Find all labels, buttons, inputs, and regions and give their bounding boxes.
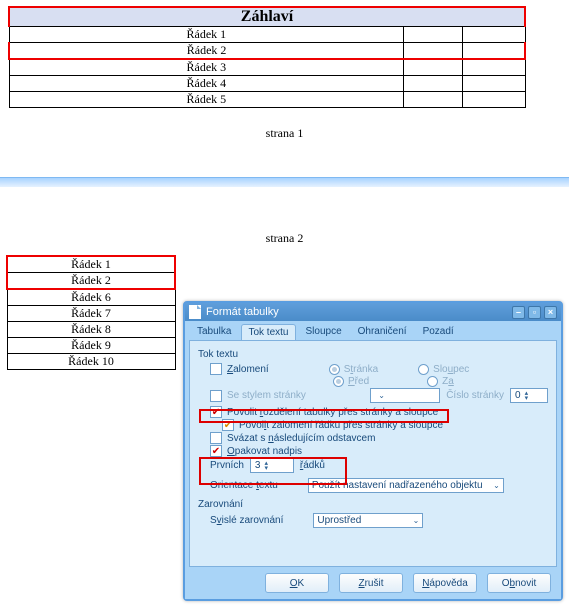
help-button[interactable]: Nápověda bbox=[413, 573, 477, 593]
table-cell: Řádek 7 bbox=[7, 306, 175, 322]
section-flow-label: Tok textu bbox=[198, 349, 548, 360]
minimize-icon[interactable]: – bbox=[512, 306, 525, 319]
repeat-heading-label: Opakovat nadpis bbox=[227, 446, 302, 457]
document-table-page1: Záhlaví Řádek 1 Řádek 2 Řádek 3 Řádek 4 … bbox=[8, 6, 526, 108]
table-cell: Řádek 2 bbox=[9, 43, 404, 60]
table-format-dialog: Formát tabulky – ▫ × Tabulka Tok textu S… bbox=[183, 301, 563, 601]
table-header: Záhlaví bbox=[9, 7, 525, 27]
table-cell: Řádek 1 bbox=[9, 27, 404, 43]
ok-button[interactable]: OK bbox=[265, 573, 329, 593]
dialog-titlebar[interactable]: Formát tabulky – ▫ × bbox=[185, 303, 561, 321]
dialog-title: Formát tabulky bbox=[206, 306, 509, 318]
table-cell: Řádek 6 bbox=[7, 289, 175, 306]
maximize-icon[interactable]: ▫ bbox=[528, 306, 541, 319]
keep-with-next-checkbox[interactable] bbox=[210, 432, 222, 444]
tab-pozadi[interactable]: Pozadí bbox=[417, 324, 460, 340]
break-checkbox[interactable] bbox=[210, 363, 222, 375]
dialog-button-bar: OK Zrušit Nápověda Obnovit bbox=[185, 567, 561, 599]
section-align-label: Zarovnání bbox=[198, 499, 548, 510]
valign-label: Svislé zarovnání bbox=[210, 515, 283, 526]
tab-ohraniceni[interactable]: Ohraničení bbox=[352, 324, 413, 340]
with-style-label: Se stylem stránky bbox=[227, 390, 306, 401]
table-cell: Řádek 4 bbox=[9, 76, 404, 92]
repeat-first-label: Prvních bbox=[210, 460, 244, 471]
page-number-spinner[interactable]: 0▴▾ bbox=[510, 388, 548, 403]
radio-before[interactable] bbox=[333, 376, 344, 387]
valign-combo[interactable]: Uprostřed⌄ bbox=[313, 513, 423, 528]
radio-before-label: Před bbox=[348, 376, 369, 387]
table-cell: Řádek 3 bbox=[9, 59, 404, 76]
keep-with-next-label: Svázat s následujícím odstavcem bbox=[227, 433, 375, 444]
tab-tok-textu[interactable]: Tok textu bbox=[241, 324, 295, 340]
repeat-rows-label: řádků bbox=[300, 460, 325, 471]
radio-page-label: Stránka bbox=[344, 364, 378, 375]
split-table-label: Povolit rozdělení tabulky přes stránky a… bbox=[227, 407, 438, 418]
radio-column[interactable] bbox=[418, 364, 429, 375]
table-cell: Řádek 9 bbox=[7, 338, 175, 354]
tab-sloupce[interactable]: Sloupce bbox=[300, 324, 348, 340]
orientation-combo[interactable]: Použít nastavení nadřazeného objektu⌄ bbox=[308, 478, 504, 493]
orientation-label: Orientace textu bbox=[210, 480, 278, 491]
close-icon[interactable]: × bbox=[544, 306, 557, 319]
table-cell: Řádek 2 bbox=[7, 273, 175, 290]
repeat-rows-spinner[interactable]: 3▴▾ bbox=[250, 458, 294, 473]
page-number-1: strana 1 bbox=[0, 126, 569, 141]
repeat-heading-checkbox[interactable]: ✔ bbox=[210, 445, 222, 457]
table-cell: Řádek 1 bbox=[7, 256, 175, 273]
split-row-label: Povolit zalomení řádku přes stránky a sl… bbox=[239, 420, 443, 431]
dialog-body: Tok textu Zalomení Stránka Sloupec Před … bbox=[189, 340, 557, 567]
split-row-checkbox[interactable]: ✔ bbox=[222, 419, 234, 431]
radio-after-label: Za bbox=[442, 376, 454, 387]
table-cell: Řádek 8 bbox=[7, 322, 175, 338]
page-number-label: Číslo stránky bbox=[446, 390, 504, 401]
table-cell: Řádek 10 bbox=[7, 354, 175, 370]
split-table-checkbox[interactable]: ✔ bbox=[210, 406, 222, 418]
page-separator bbox=[0, 171, 569, 211]
tab-tabulka[interactable]: Tabulka bbox=[191, 324, 237, 340]
document-icon bbox=[189, 305, 201, 319]
break-label: Zalomení bbox=[227, 364, 269, 375]
radio-page[interactable] bbox=[329, 364, 340, 375]
reset-button[interactable]: Obnovit bbox=[487, 573, 551, 593]
cancel-button[interactable]: Zrušit bbox=[339, 573, 403, 593]
radio-column-label: Sloupec bbox=[433, 364, 469, 375]
dialog-tabs: Tabulka Tok textu Sloupce Ohraničení Poz… bbox=[185, 321, 561, 340]
with-style-checkbox[interactable] bbox=[210, 390, 222, 402]
page-style-combo[interactable]: ⌄ bbox=[370, 388, 440, 403]
radio-after[interactable] bbox=[427, 376, 438, 387]
table-cell: Řádek 5 bbox=[9, 92, 404, 108]
document-table-page2: Záhlaví Řádek 1 Řádek 2 Řádek 6 Řádek 7 … bbox=[6, 256, 176, 370]
page-number-2: strana 2 bbox=[0, 231, 569, 246]
